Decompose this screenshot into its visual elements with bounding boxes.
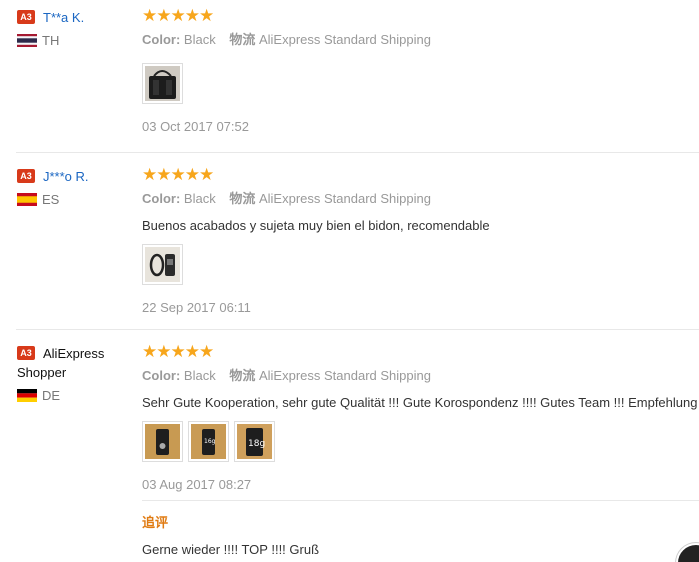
svg-text:16g: 16g	[204, 438, 216, 445]
review-photos	[142, 63, 699, 104]
review-text: Buenos acabados y sujeta muy bien el bid…	[142, 218, 490, 233]
buyer-level-badge: A3	[17, 346, 35, 360]
review-text: Sehr Gute Kooperation, sehr gute Qualitä…	[142, 395, 698, 410]
review-date: 03 Oct 2017 07:52	[142, 119, 249, 134]
review-photo-thumbnail[interactable]	[142, 63, 183, 104]
reviewer-info: A3 AliExpress Shopper DE	[17, 344, 127, 403]
review-photo-thumbnail[interactable]	[142, 421, 183, 462]
review-photos	[142, 244, 699, 285]
shipping-value: AliExpress Standard Shipping	[258, 191, 431, 206]
review-content: ★★★★★ Color: Black 物流 AliExpress Standar…	[142, 343, 699, 494]
reviewer-name[interactable]: T**a K.	[43, 8, 84, 27]
buyer-level-badge: A3	[17, 10, 35, 24]
reviewer-info: A3 J***o R. ES	[17, 167, 127, 207]
shipping-value: AliExpress Standard Shipping	[258, 32, 431, 47]
review-date: 22 Sep 2017 06:11	[142, 300, 251, 315]
buyer-level-badge: A3	[17, 169, 35, 183]
star-rating: ★★★★★	[142, 6, 214, 25]
shipping-label: 物流	[229, 32, 256, 47]
order-info: Color: Black 物流 AliExpress Standard Ship…	[142, 367, 699, 385]
followup-divider	[142, 500, 699, 501]
reviewer-info: A3 T**a K. TH	[17, 8, 127, 48]
review-photo-thumbnail[interactable]: 18g	[234, 421, 275, 462]
review-content: ★★★★★ Color: Black 物流 AliExpress Standar…	[142, 166, 699, 317]
reviewer-country: DE	[17, 388, 127, 403]
color-value: Black	[183, 368, 216, 383]
bottle-holder-photo-icon	[145, 247, 180, 282]
product-photo-icon: 16g	[191, 424, 226, 459]
product-photo-icon: 18g	[237, 424, 272, 459]
color-value: Black	[183, 191, 216, 206]
review-photo-thumbnail[interactable]	[142, 244, 183, 285]
review-content: ★★★★★ Color: Black 物流 AliExpress Standar…	[142, 7, 699, 136]
reviewer-country: TH	[17, 33, 127, 48]
color-label: Color:	[142, 32, 181, 47]
color-label: Color:	[142, 191, 181, 206]
divider	[16, 152, 699, 153]
svg-text:18g: 18g	[248, 439, 265, 449]
shipping-label: 物流	[229, 191, 256, 206]
star-rating: ★★★★★	[142, 342, 214, 361]
star-rating: ★★★★★	[142, 165, 214, 184]
country-code: ES	[42, 192, 60, 207]
product-photo-icon	[145, 424, 180, 459]
review-photo-thumbnail[interactable]: 16g	[188, 421, 229, 462]
thailand-flag-icon	[17, 34, 37, 47]
followup-content: 追评 Gerne wieder !!!! TOP !!!! Gruß	[142, 512, 699, 559]
order-info: Color: Black 物流 AliExpress Standard Ship…	[142, 190, 699, 208]
reviewer-name-second-line: Shopper	[17, 365, 67, 380]
review-photos: 16g 18g	[142, 421, 699, 462]
shipping-value: AliExpress Standard Shipping	[258, 368, 431, 383]
country-code: DE	[42, 388, 61, 403]
bag-photo-icon	[145, 66, 180, 101]
order-info: Color: Black 物流 AliExpress Standard Ship…	[142, 31, 699, 49]
reviewer-country: ES	[17, 192, 127, 207]
followup-text: Gerne wieder !!!! TOP !!!! Gruß	[142, 542, 320, 557]
review-date: 03 Aug 2017 08:27	[142, 477, 252, 492]
spain-flag-icon	[17, 193, 37, 206]
followup-title: 追评	[142, 515, 169, 530]
color-value: Black	[183, 32, 216, 47]
color-label: Color:	[142, 368, 181, 383]
shipping-label: 物流	[229, 368, 256, 383]
divider	[16, 329, 699, 330]
germany-flag-icon	[17, 389, 37, 402]
reviewer-name-first-line: AliExpress	[43, 346, 105, 361]
country-code: TH	[42, 33, 60, 48]
reviewer-name[interactable]: J***o R.	[43, 167, 89, 186]
